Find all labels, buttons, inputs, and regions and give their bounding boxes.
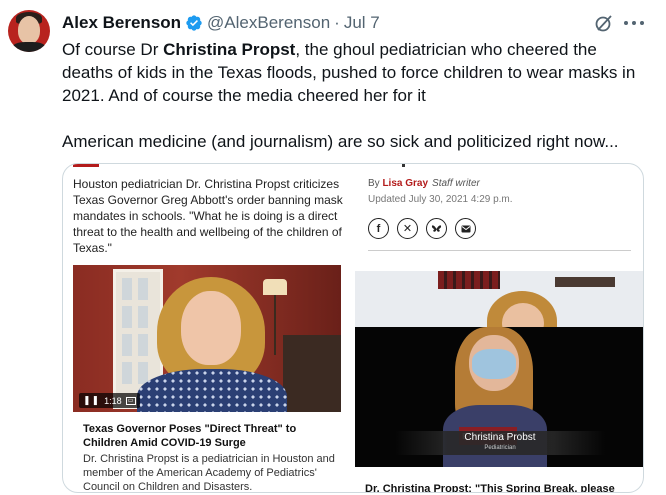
header-dot <box>402 164 405 167</box>
grok-icon[interactable] <box>594 13 614 33</box>
bluesky-icon[interactable] <box>426 218 447 239</box>
more-icon[interactable] <box>624 13 644 33</box>
video2-frame <box>555 277 615 287</box>
video2-lower-third: Christina Probst Pediatrician <box>395 431 605 455</box>
tweet-date[interactable]: Jul 7 <box>344 13 380 33</box>
separator-dot: · <box>334 13 340 32</box>
video-player-2[interactable]: EDUCATED Christina Probst Pediatrician <box>355 327 643 467</box>
lower-third-name: Christina Probst <box>464 432 536 443</box>
email-icon[interactable] <box>455 218 476 239</box>
video-person-face <box>181 291 241 365</box>
share-bar: f ✕ <box>368 218 476 239</box>
x-icon[interactable]: ✕ <box>397 218 418 239</box>
video2-mask <box>472 349 516 379</box>
facebook-icon[interactable]: f <box>368 218 389 239</box>
video-person-body <box>137 369 287 412</box>
video1-title[interactable]: Texas Governor Poses "Direct Threat" to … <box>83 422 341 450</box>
avatar-shirt <box>12 42 46 52</box>
author-handle[interactable]: @AlexBerenson <box>207 13 330 33</box>
video-lamp-pole <box>274 295 276 355</box>
author-link[interactable]: Lisa Gray <box>382 178 428 189</box>
video2-plaid <box>438 271 500 289</box>
tweet-paragraph-1: Of course Dr Christina Propst, the ghoul… <box>62 40 636 105</box>
video2-thumbnail-top <box>355 271 643 327</box>
article-updated: Updated July 30, 2021 4:29 p.m. <box>368 194 513 205</box>
video-lamp <box>263 279 287 295</box>
tweet-text: Of course Dr Christina Propst, the ghoul… <box>62 38 652 153</box>
article-lead: Houston pediatrician Dr. Christina Props… <box>73 177 343 255</box>
video-time: 1:18 <box>104 395 122 406</box>
mention-christina-propst: Christina Propst <box>163 40 296 59</box>
author-name[interactable]: Alex Berenson <box>62 13 181 33</box>
video-player-1[interactable]: ❚❚ 1:18 ▭ <box>73 265 341 412</box>
video1-description: Dr. Christina Propst is a pediatrician i… <box>83 453 335 493</box>
avatar[interactable] <box>8 10 50 52</box>
video-shelf <box>283 335 341 412</box>
verified-badge-icon <box>186 15 202 31</box>
video-controls: ❚❚ 1:18 ▭ <box>79 393 140 408</box>
byline-divider <box>368 250 631 251</box>
lower-third-role: Pediatrician <box>484 445 516 451</box>
captions-icon[interactable]: ▭ <box>125 396 136 405</box>
tweet-header: Alex Berenson @AlexBerenson · Jul 7 <box>62 12 380 34</box>
media-screenshot-card[interactable]: Houston pediatrician Dr. Christina Props… <box>62 163 644 493</box>
avatar-face <box>18 16 40 44</box>
tweet-paragraph-2: American medicine (and journalism) are s… <box>62 132 619 151</box>
author-role: Staff writer <box>432 178 480 189</box>
header-accent <box>73 164 99 167</box>
article-byline: By Lisa Gray Staff writer <box>368 178 480 189</box>
pause-icon[interactable]: ❚❚ <box>83 395 100 406</box>
video2-title[interactable]: Dr. Christina Propst: "This Spring Break… <box>365 482 643 492</box>
